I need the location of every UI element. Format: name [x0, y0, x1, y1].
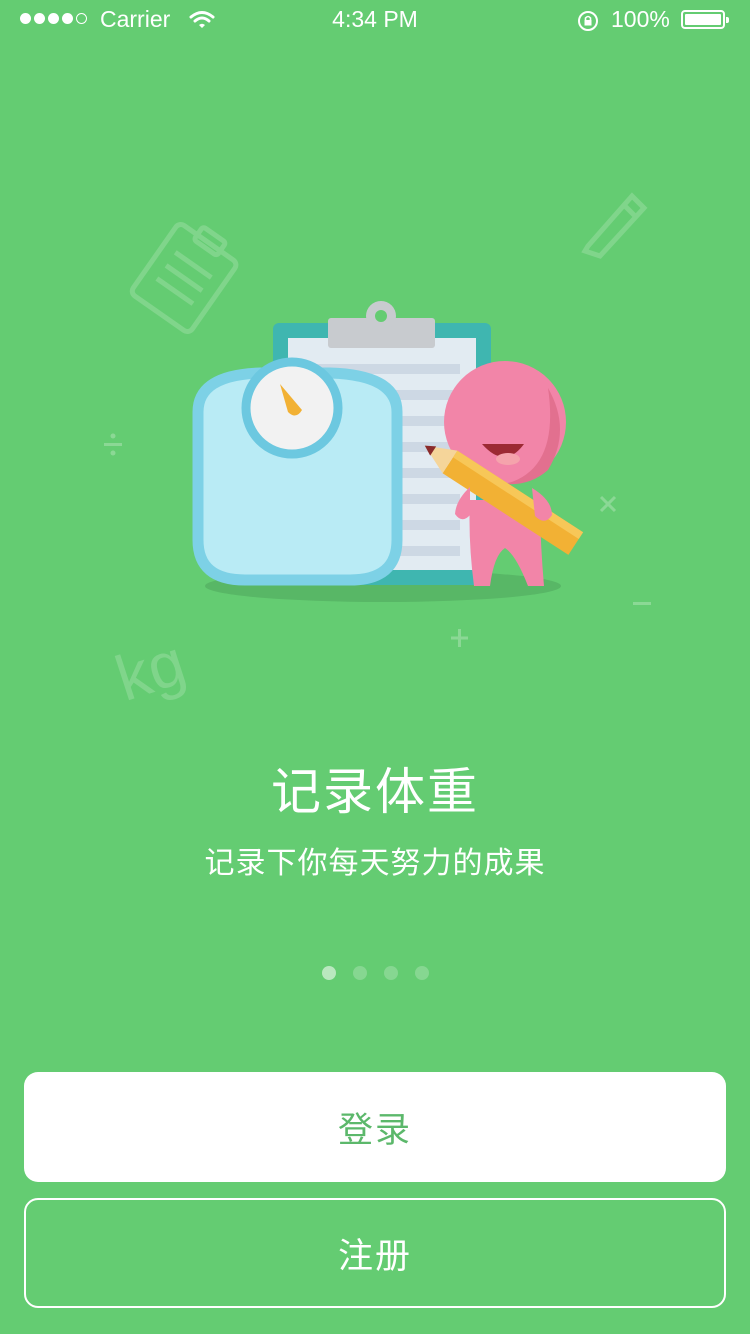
register-button[interactable]: 注册: [24, 1198, 726, 1308]
weighing-scale-icon: [192, 357, 403, 586]
rotation-lock-icon: [578, 11, 598, 31]
login-button-label: 登录: [337, 1110, 412, 1150]
battery-icon: [681, 10, 729, 29]
page-dot-1[interactable]: [321, 966, 336, 980]
plus-sign-icon: [451, 629, 468, 647]
multiply-sign-icon: [599, 495, 617, 513]
status-bar: Carrier 4:34 PM 100%: [0, 0, 750, 40]
register-button-label: 注册: [337, 1236, 412, 1276]
login-button[interactable]: 登录: [24, 1072, 726, 1182]
clipboard-doodle-icon: [129, 222, 239, 335]
weight-record-illustration: kg: [104, 192, 651, 715]
onboarding-subtitle: 记录下你每天努力的成果: [204, 847, 546, 880]
onboarding-title: 记录体重: [271, 764, 479, 820]
minus-sign-icon: [633, 602, 651, 605]
page-dot-3[interactable]: [383, 966, 398, 980]
battery-percentage: 100%: [611, 6, 670, 32]
page-dot-4[interactable]: [414, 966, 429, 980]
divide-sign-icon: [104, 433, 122, 456]
page-indicator: [0, 966, 750, 980]
pencil-doodle-icon: [581, 192, 648, 259]
page-dot-2[interactable]: [352, 966, 367, 980]
kg-doodle-text: kg: [107, 625, 194, 714]
